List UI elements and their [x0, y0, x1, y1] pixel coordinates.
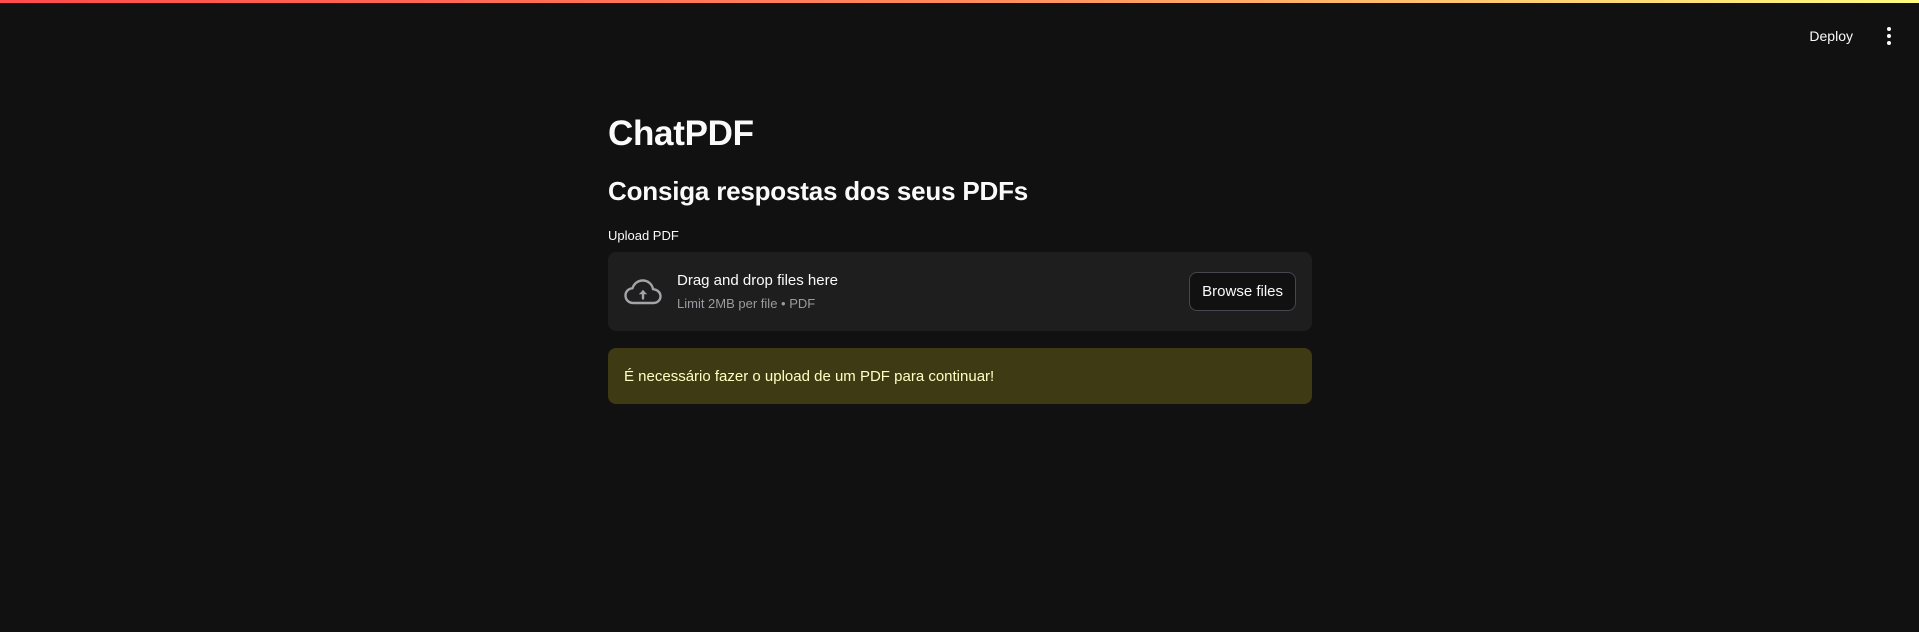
upload-label: Upload PDF: [608, 228, 679, 243]
main-container: ChatPDF Consiga respostas dos seus PDFs …: [608, 108, 1312, 404]
file-limit-text: Limit 2MB per file • PDF: [677, 296, 816, 311]
menu-dot: [1887, 34, 1891, 38]
menu-dot: [1887, 41, 1891, 45]
browse-files-button[interactable]: Browse files: [1189, 272, 1296, 311]
page-subtitle: Consiga respostas dos seus PDFs: [608, 176, 1029, 206]
menu-dot: [1887, 27, 1891, 31]
deploy-button[interactable]: Deploy: [1803, 24, 1859, 48]
file-dropzone[interactable]: Drag and drop files here Limit 2MB per f…: [608, 252, 1312, 331]
warning-text: É necessário fazer o upload de um PDF pa…: [624, 367, 995, 385]
app-header: Deploy: [1803, 22, 1901, 50]
drop-files-text: Drag and drop files here: [677, 272, 838, 289]
kebab-menu-icon[interactable]: [1877, 22, 1901, 50]
cloud-upload-icon: [624, 277, 662, 307]
page-title: ChatPDF: [608, 114, 754, 153]
dropzone-instructions: Drag and drop files here Limit 2MB per f…: [677, 271, 838, 312]
top-decoration-bar: [0, 0, 1919, 3]
warning-alert: É necessário fazer o upload de um PDF pa…: [608, 348, 1312, 404]
